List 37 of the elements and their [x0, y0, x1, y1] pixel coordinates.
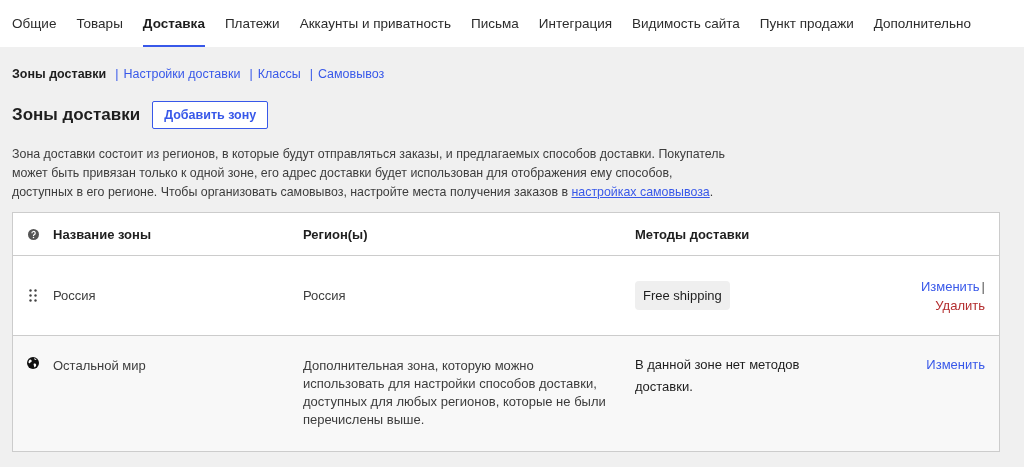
- zone-regions: Россия: [303, 288, 347, 303]
- tab[interactable]: Общие: [12, 0, 57, 47]
- tab[interactable]: Видимость сайта: [632, 0, 740, 47]
- tab[interactable]: Пункт продажи: [759, 0, 854, 47]
- edit-link[interactable]: Изменить: [920, 278, 980, 294]
- zone-regions: Дополнительная зона, которую можно использовать для настройки способов доставки, доступных для любых регионов, которые не были перечислены выше.: [303, 357, 607, 429]
- column-header: Методы доставки: [635, 226, 751, 242]
- separator: |: [309, 67, 313, 81]
- tab[interactable]: Письма: [470, 0, 519, 47]
- separator: |: [981, 278, 985, 294]
- tab[interactable]: Товары: [76, 0, 123, 47]
- subnav-link[interactable]: Настройки доставки: [123, 67, 241, 81]
- separator: |: [115, 67, 119, 81]
- globe-icon: [27, 357, 39, 369]
- description: Зона доставки состоит из регионов, в которые будут отправляться заказы, и предлагаемых способов доставки. Покупатель может быть привязан только к одной зоне, его адрес доставки будет использован для отображения ему способов, доступных в его регионе. Чтобы организовать самовывоз, настройте места получения заказов в настройках самовывоза.: [12, 146, 726, 201]
- column-header: Регион(ы): [303, 226, 369, 242]
- tab[interactable]: Аккаунты и приватность: [299, 0, 451, 47]
- subnav-link[interactable]: Классы: [257, 67, 301, 81]
- zone-name: Россия: [53, 288, 97, 303]
- zone-name: Остальной мир: [53, 357, 147, 375]
- subnav-link[interactable]: Самовывоз: [317, 67, 385, 81]
- edit-link[interactable]: Изменить: [926, 357, 985, 372]
- page-heading: Зоны доставки: [12, 105, 141, 125]
- help-icon: [27, 228, 39, 240]
- drag-handle-icon[interactable]: [29, 289, 37, 302]
- separator: |: [249, 67, 253, 81]
- empty-methods-note: В данной зоне нет методов доставки.: [635, 356, 801, 396]
- column-header: Название зоны: [53, 226, 152, 242]
- settings-link[interactable]: настройках самовывоза: [571, 185, 710, 199]
- subnav-link[interactable]: Зоны доставки: [12, 67, 107, 81]
- tab[interactable]: Интеграция: [538, 0, 613, 47]
- tab[interactable]: Доставка: [142, 0, 205, 47]
- tab[interactable]: Платежи: [224, 0, 280, 47]
- method-badge: Free shipping: [635, 281, 730, 310]
- add-zone-button[interactable]: Добавить зону: [152, 101, 269, 129]
- delete-link[interactable]: Удалить: [935, 297, 985, 313]
- tab[interactable]: Дополнительно: [873, 0, 971, 47]
